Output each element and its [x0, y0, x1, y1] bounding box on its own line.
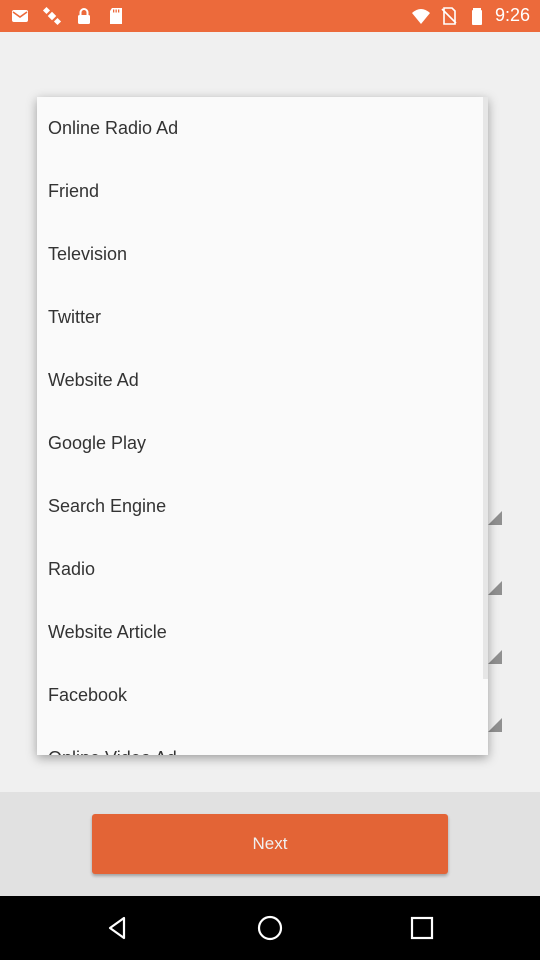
dropdown-list: Online Radio Ad Friend Television Twitte… [37, 97, 488, 755]
navigation-bar [0, 896, 540, 960]
lock-icon [78, 8, 90, 24]
dropdown-option[interactable]: Radio [37, 538, 488, 601]
no-sim-icon [441, 6, 457, 25]
satellite-icon [42, 6, 62, 26]
dropdown-option[interactable]: Online Radio Ad [37, 97, 488, 160]
dropdown-option[interactable]: Search Engine [37, 475, 488, 538]
dropdown-option[interactable]: Online Video Ad [37, 727, 488, 755]
battery-icon [471, 7, 482, 25]
dropdown-option[interactable]: Website Ad [37, 349, 488, 412]
wifi-icon [411, 8, 430, 24]
status-bar: 9:26 [0, 0, 540, 32]
back-icon [108, 916, 126, 940]
recents-icon [410, 916, 434, 940]
dropdown-option[interactable]: Friend [37, 160, 488, 223]
dropdown-option[interactable]: Twitter [37, 286, 488, 349]
home-icon [257, 915, 283, 941]
mail-icon [12, 10, 28, 22]
dropdown-popup: Online Radio Ad Friend Television Twitte… [37, 97, 488, 755]
back-button[interactable] [100, 910, 136, 946]
dropdown-option[interactable]: Google Play [37, 412, 488, 475]
home-button[interactable] [252, 910, 288, 946]
dropdown-option[interactable]: Facebook [37, 664, 488, 727]
status-time: 9:26 [494, 5, 530, 25]
dropdown-option[interactable]: Television [37, 223, 488, 286]
scrollbar[interactable] [483, 97, 488, 679]
sd-card-icon [110, 8, 122, 24]
dropdown-option[interactable]: Website Article [37, 601, 488, 664]
recents-button[interactable] [404, 910, 440, 946]
